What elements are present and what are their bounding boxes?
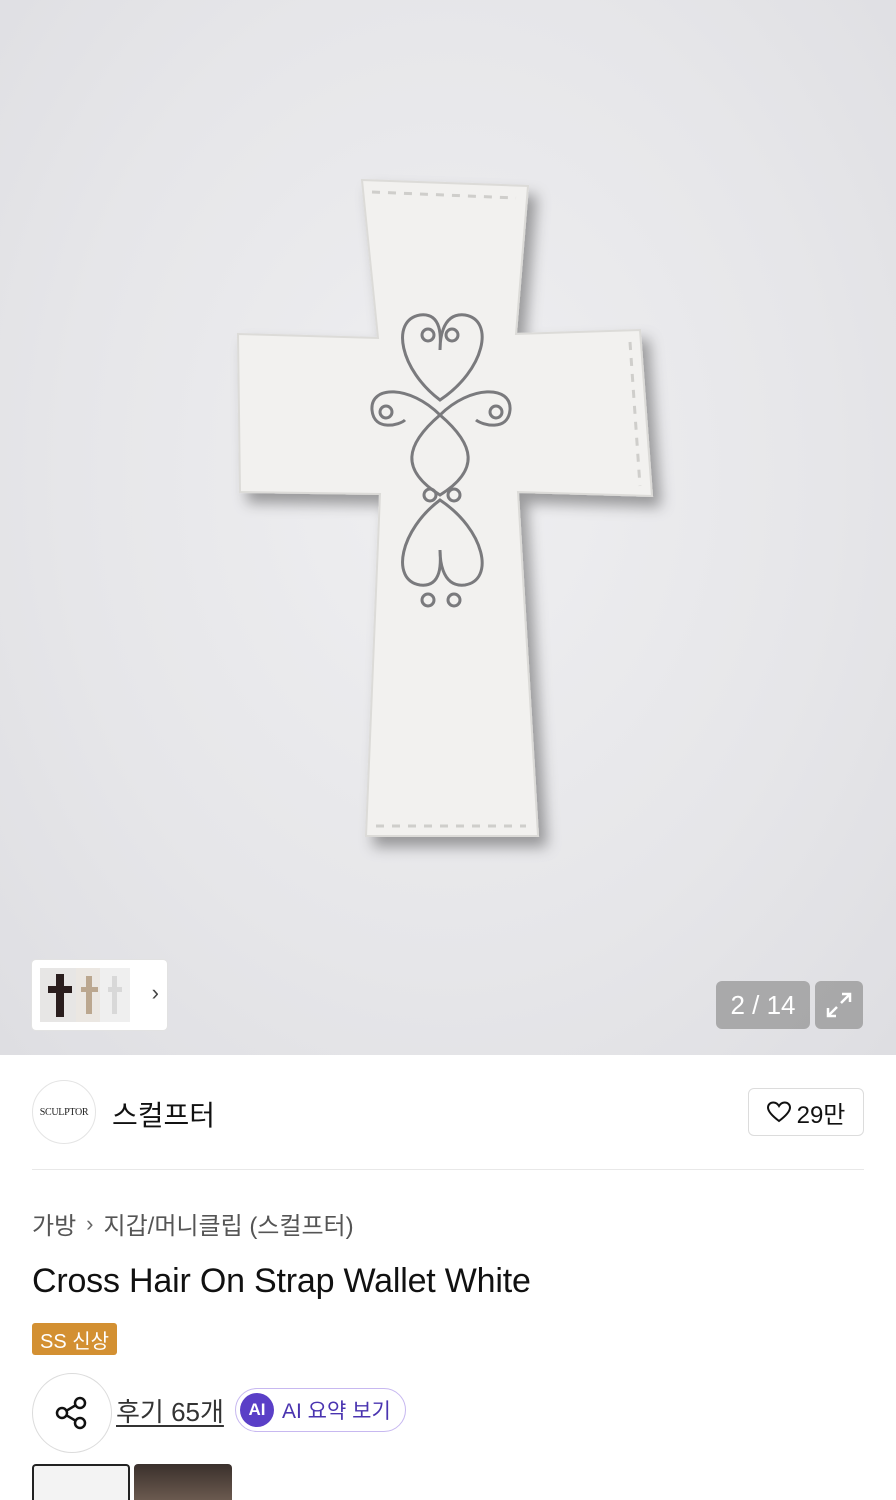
chevron-right-icon: › <box>86 1210 94 1236</box>
heart-icon <box>766 1101 791 1123</box>
share-icon <box>55 1396 87 1430</box>
brand-row: SCULPTOR 스컬프터 29만 <box>32 1078 864 1146</box>
expand-button[interactable] <box>815 981 863 1029</box>
like-button[interactable]: 29만 <box>748 1088 864 1136</box>
breadcrumb-item-wallets[interactable]: 지갑/머니클립 (스컬프터) <box>104 1206 354 1241</box>
divider <box>32 1169 864 1170</box>
color-thumbnails-image <box>40 968 130 1022</box>
product-title: Cross Hair On Strap Wallet White <box>32 1262 531 1300</box>
expand-icon <box>826 992 852 1018</box>
review-thumbnail[interactable] <box>32 1464 130 1500</box>
product-image <box>236 178 654 837</box>
like-count: 29만 <box>796 1101 846 1129</box>
image-counter: 2 / 14 <box>716 981 810 1029</box>
ai-summary-label: AI 요약 보기 <box>282 1400 391 1423</box>
brand-name[interactable]: 스컬프터 <box>112 1094 215 1134</box>
chevron-right-icon: › <box>151 980 159 1005</box>
share-button[interactable] <box>32 1373 112 1453</box>
new-season-badge: SS 신상 <box>32 1323 118 1355</box>
color-options-thumbnails[interactable]: › <box>32 960 167 1030</box>
breadcrumb: 가방 › 지갑/머니클립 (스컬프터) <box>32 1206 354 1241</box>
breadcrumb-item-bags[interactable]: 가방 <box>32 1206 76 1241</box>
brand-logo[interactable]: SCULPTOR <box>32 1080 96 1144</box>
ai-icon: AI <box>240 1393 274 1427</box>
reviews-link[interactable]: 후기 65개 <box>116 1392 224 1429</box>
review-thumbnail[interactable] <box>134 1464 232 1500</box>
product-image-gallery[interactable]: › 2 / 14 <box>0 0 896 1055</box>
ai-summary-button[interactable]: AI AI 요약 보기 <box>235 1388 406 1432</box>
